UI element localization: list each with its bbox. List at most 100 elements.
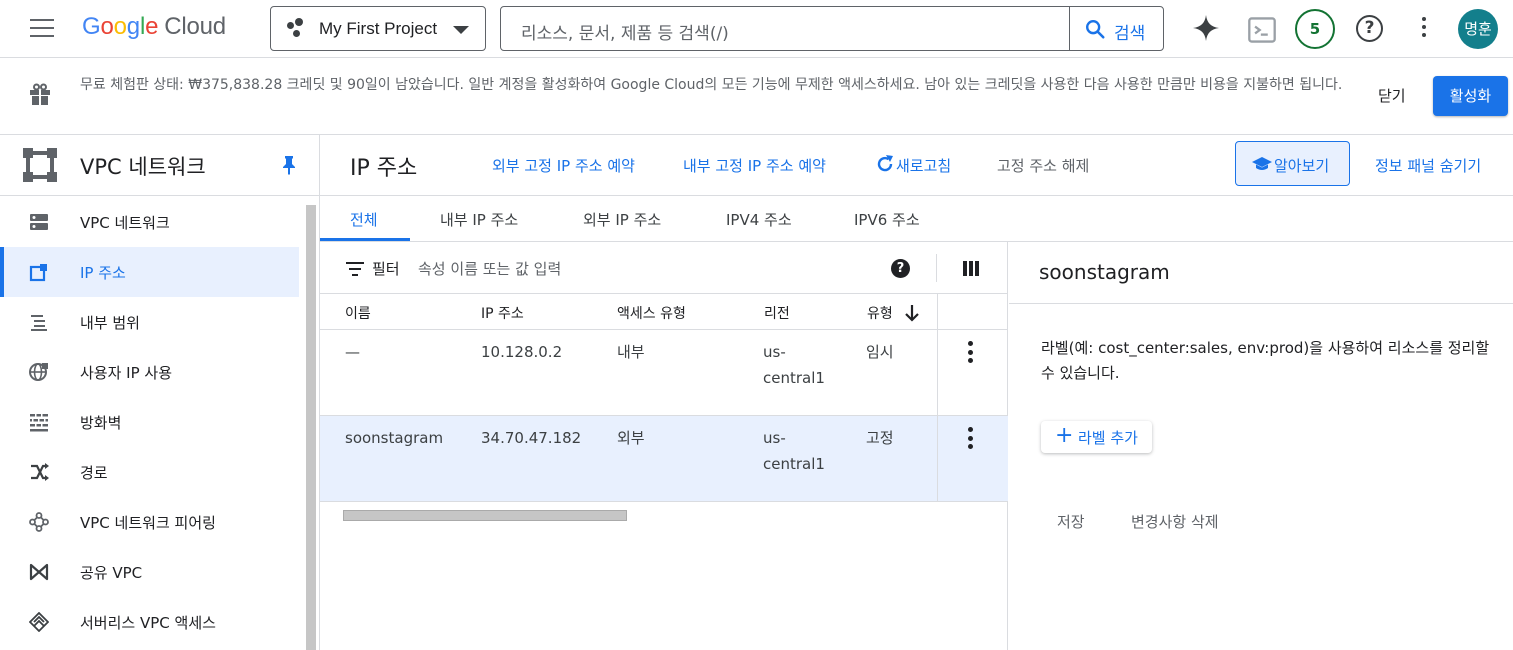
sidebar-item-byoip[interactable]: 사용자 IP 사용	[0, 347, 299, 397]
filter-label[interactable]: 필터	[372, 258, 400, 279]
firewall-icon	[30, 414, 48, 432]
divider	[936, 254, 937, 282]
sidebar-item-shared-vpc[interactable]: 공유 VPC	[0, 547, 299, 597]
menu-icon[interactable]	[30, 19, 54, 39]
reserve-internal-ip-button[interactable]: 내부 고정 IP 주소 예약	[683, 155, 826, 176]
add-label-button[interactable]: + 라벨 추가	[1041, 421, 1152, 453]
shared-vpc-icon	[29, 563, 49, 581]
more-vert-icon[interactable]	[1422, 17, 1426, 41]
column-header-type[interactable]: 유형	[867, 303, 893, 323]
search-input[interactable]: 리소스, 문서, 제품 등 검색(/)	[521, 19, 729, 44]
sidebar-item-label: 경로	[80, 464, 108, 482]
tab-bar: 전체 내부 IP 주소 외부 IP 주소 IPV4 주소 IPV6 주소	[320, 196, 1513, 242]
peering-icon	[29, 512, 49, 532]
trial-status-text: 무료 체험판 상태: ₩375,838.28 크레딧 및 90일이 남았습니다.…	[80, 77, 1343, 93]
add-label-text: 라벨 추가	[1078, 429, 1138, 447]
search-button[interactable]: 검색	[1069, 7, 1163, 50]
avatar[interactable]: 명훈	[1458, 9, 1498, 49]
table-row[interactable]: soonstagram 34.70.47.182 외부 us-central1 …	[320, 416, 1008, 502]
filter-input[interactable]: 속성 이름 또는 값 입력	[418, 258, 561, 279]
tab-external-ip[interactable]: 외부 IP 주소	[583, 209, 661, 230]
sidebar-scrollbar[interactable]	[306, 205, 316, 650]
cloud-shell-icon[interactable]	[1247, 15, 1277, 45]
project-name: My First Project	[319, 19, 438, 38]
dismiss-button[interactable]: 닫기	[1378, 85, 1406, 106]
learn-button[interactable]: 알아보기	[1235, 141, 1350, 186]
help-icon[interactable]: ?	[1356, 15, 1383, 42]
tab-internal-ip[interactable]: 내부 IP 주소	[440, 209, 518, 230]
search-bar[interactable]: 리소스, 문서, 제품 등 검색(/) 검색	[500, 6, 1164, 51]
sidebar-item-label: VPC 네트워크 피어링	[80, 514, 216, 532]
project-picker[interactable]: My First Project	[270, 6, 486, 51]
sidebar-item-label: 내부 범위	[80, 314, 140, 332]
column-header-region[interactable]: 리전	[764, 303, 790, 323]
sidebar-item-peering[interactable]: VPC 네트워크 피어링	[0, 497, 299, 547]
tab-ipv4[interactable]: IPV4 주소	[726, 209, 792, 230]
tab-all[interactable]: 전체	[350, 209, 378, 230]
hide-info-panel-button[interactable]: 정보 패널 숨기기	[1375, 155, 1481, 176]
column-header-ip[interactable]: IP 주소	[481, 303, 524, 323]
refresh-button[interactable]: 새로고침	[896, 155, 951, 176]
sort-descending-icon[interactable]	[904, 303, 920, 323]
serverless-vpc-icon	[29, 612, 49, 632]
sidebar-item-label: 서버리스 VPC 액세스	[80, 614, 216, 632]
table-row[interactable]: — 10.128.0.2 내부 us-central1 임시	[320, 330, 1008, 416]
sidebar: VPC 네트워크 VPC 네트워크 IP 주소 내부 범위 사용자 IP 사용 …	[0, 135, 320, 650]
save-button[interactable]: 저장	[1057, 511, 1085, 532]
discard-changes-button[interactable]: 변경사항 삭제	[1131, 511, 1219, 532]
pin-icon[interactable]	[281, 155, 297, 175]
ip-address-icon	[29, 264, 47, 282]
column-divider	[937, 294, 938, 330]
vpc-network-icon	[30, 214, 48, 230]
info-panel-title: soonstagram	[1039, 260, 1170, 284]
labels-description: 라벨(예: cost_center:sales, env:prod)을 사용하여…	[1041, 339, 1490, 382]
column-divider	[937, 330, 938, 416]
school-icon	[1252, 157, 1272, 170]
filter-icon[interactable]	[346, 262, 364, 280]
cell-access-type: 내부	[617, 343, 645, 361]
column-divider	[937, 416, 938, 502]
sidebar-header: VPC 네트워크	[0, 135, 320, 196]
release-static-address-button[interactable]: 고정 주소 해제	[997, 155, 1089, 176]
table-horizontal-scrollbar[interactable]	[343, 510, 627, 521]
gemini-spark-icon[interactable]	[1191, 13, 1221, 43]
google-cloud-logo[interactable]: Google Cloud	[82, 13, 226, 41]
column-header-access-type[interactable]: 액세스 유형	[617, 303, 686, 323]
sidebar-item-label: 방화벽	[80, 414, 122, 432]
cell-region: us-central1	[763, 343, 825, 387]
cell-access-type: 외부	[617, 429, 645, 447]
cell-name: soonstagram	[345, 429, 444, 447]
internal-range-icon	[31, 315, 47, 331]
top-bar: Google Cloud My First Project 리소스, 문서, 제품…	[0, 0, 1513, 58]
page-header: IP 주소 외부 고정 IP 주소 예약 내부 고정 IP 주소 예약 새로고침…	[320, 135, 1513, 196]
active-tab-indicator	[320, 238, 410, 241]
tab-ipv6[interactable]: IPV6 주소	[854, 209, 920, 230]
cell-ip: 34.70.47.182	[481, 429, 582, 447]
sidebar-item-label: 사용자 IP 사용	[80, 364, 173, 382]
row-actions-icon[interactable]	[968, 427, 973, 453]
activate-button[interactable]: 활성화	[1433, 76, 1508, 116]
sidebar-item-vpc-network[interactable]: VPC 네트워크	[0, 197, 299, 247]
reserve-external-ip-button[interactable]: 외부 고정 IP 주소 예약	[492, 155, 635, 176]
search-button-label: 검색	[1114, 24, 1146, 44]
cell-type: 고정	[866, 429, 894, 447]
sidebar-item-internal-range[interactable]: 내부 범위	[0, 297, 299, 347]
notification-count-badge[interactable]: 5	[1295, 9, 1335, 49]
vpc-product-icon	[23, 148, 57, 182]
logo-cloud-text: Cloud	[164, 13, 226, 40]
row-actions-icon[interactable]	[968, 341, 973, 367]
filter-bar: 필터 속성 이름 또는 값 입력 ?	[320, 242, 1008, 294]
sidebar-item-routes[interactable]: 경로	[0, 447, 299, 497]
sidebar-item-label: VPC 네트워크	[80, 214, 170, 232]
column-display-icon[interactable]	[963, 261, 980, 276]
sidebar-item-firewall[interactable]: 방화벽	[0, 397, 299, 447]
column-header-name[interactable]: 이름	[345, 303, 371, 323]
cell-ip: 10.128.0.2	[481, 343, 563, 361]
help-icon[interactable]: ?	[891, 259, 910, 278]
ip-address-table: 필터 속성 이름 또는 값 입력 ? 이름 IP 주소 액세스 유형 리전 유형…	[320, 242, 1008, 650]
chevron-down-icon	[453, 26, 469, 34]
sidebar-item-serverless-vpc[interactable]: 서버리스 VPC 액세스	[0, 597, 299, 647]
divider	[1009, 303, 1513, 304]
refresh-icon[interactable]	[875, 154, 895, 174]
sidebar-item-ip-address[interactable]: IP 주소	[0, 247, 299, 297]
